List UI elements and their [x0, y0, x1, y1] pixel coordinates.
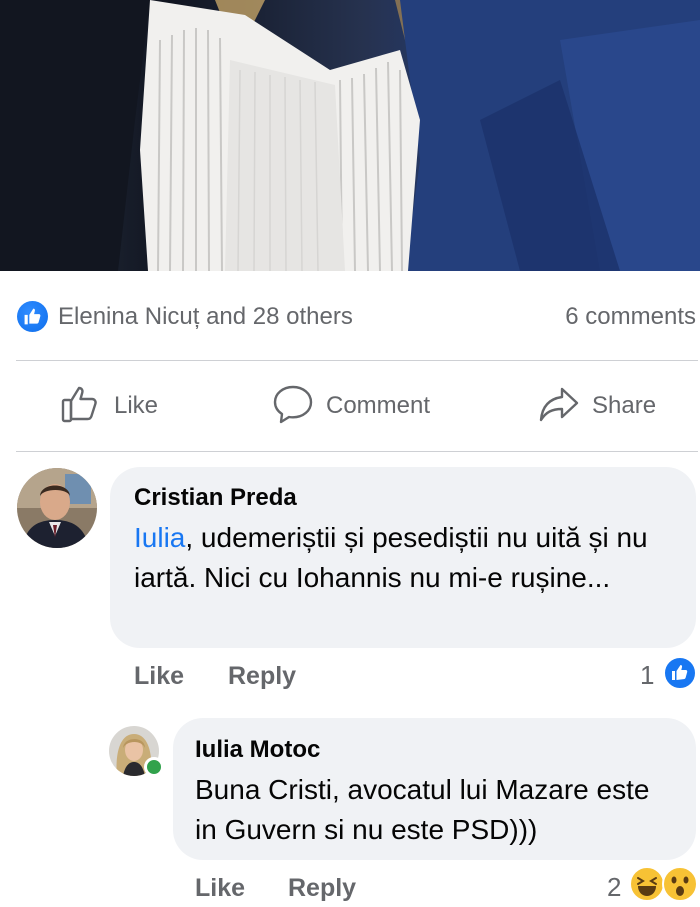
comment-bubble[interactable]: Iulia Motoc Buna Cristi, avocatul lui Ma…	[173, 718, 696, 860]
comment-button-label: Comment	[326, 392, 431, 419]
divider	[16, 360, 698, 361]
comment-like-button[interactable]: Like	[134, 662, 184, 691]
divider	[16, 451, 698, 452]
post-photo-illustration	[0, 0, 700, 271]
haha-emoji-icon	[629, 866, 665, 907]
mention-link[interactable]: Iulia	[134, 522, 185, 553]
post-reactions-row: Elenina Nicuț and 28 others 6 comments	[0, 290, 700, 342]
avatar-photo	[17, 468, 97, 548]
online-status-dot	[144, 757, 164, 777]
comment-body: , udemeriștii și pesediștii nu uită și n…	[134, 522, 648, 593]
comment-text: Iulia, udemeriștii și pesediștii nu uită…	[134, 518, 674, 598]
like-button-label: Like	[114, 392, 159, 419]
like-button[interactable]: Like	[60, 381, 158, 431]
comment-reply-button[interactable]: Reply	[228, 662, 296, 691]
comment-icon	[272, 383, 314, 430]
comment-text: Buna Cristi, avocatul lui Mazare este in…	[195, 774, 650, 845]
comment-author[interactable]: Cristian Preda	[134, 484, 297, 512]
post-photo[interactable]	[0, 0, 700, 271]
share-arrow-icon	[538, 383, 580, 430]
comment-author[interactable]: Iulia Motoc	[195, 736, 320, 764]
like-icon	[663, 656, 697, 695]
comment-bubble[interactable]: Cristian Preda Iulia, udemeriștii și pes…	[110, 467, 696, 648]
comment-reaction-count[interactable]: 2	[607, 872, 621, 903]
avatar[interactable]	[17, 468, 97, 548]
share-button[interactable]: Share	[538, 381, 656, 431]
comment-reaction-count[interactable]: 1	[640, 660, 654, 691]
comment-button[interactable]: Comment	[272, 381, 430, 431]
comments-count[interactable]: 6 comments	[565, 303, 696, 331]
share-button-label: Share	[592, 392, 657, 419]
like-reaction-icon[interactable]	[17, 301, 48, 332]
thumbs-up-icon	[60, 383, 102, 430]
reactors-summary[interactable]: Elenina Nicuț and 28 others	[58, 303, 353, 331]
wow-emoji-icon	[662, 866, 698, 907]
